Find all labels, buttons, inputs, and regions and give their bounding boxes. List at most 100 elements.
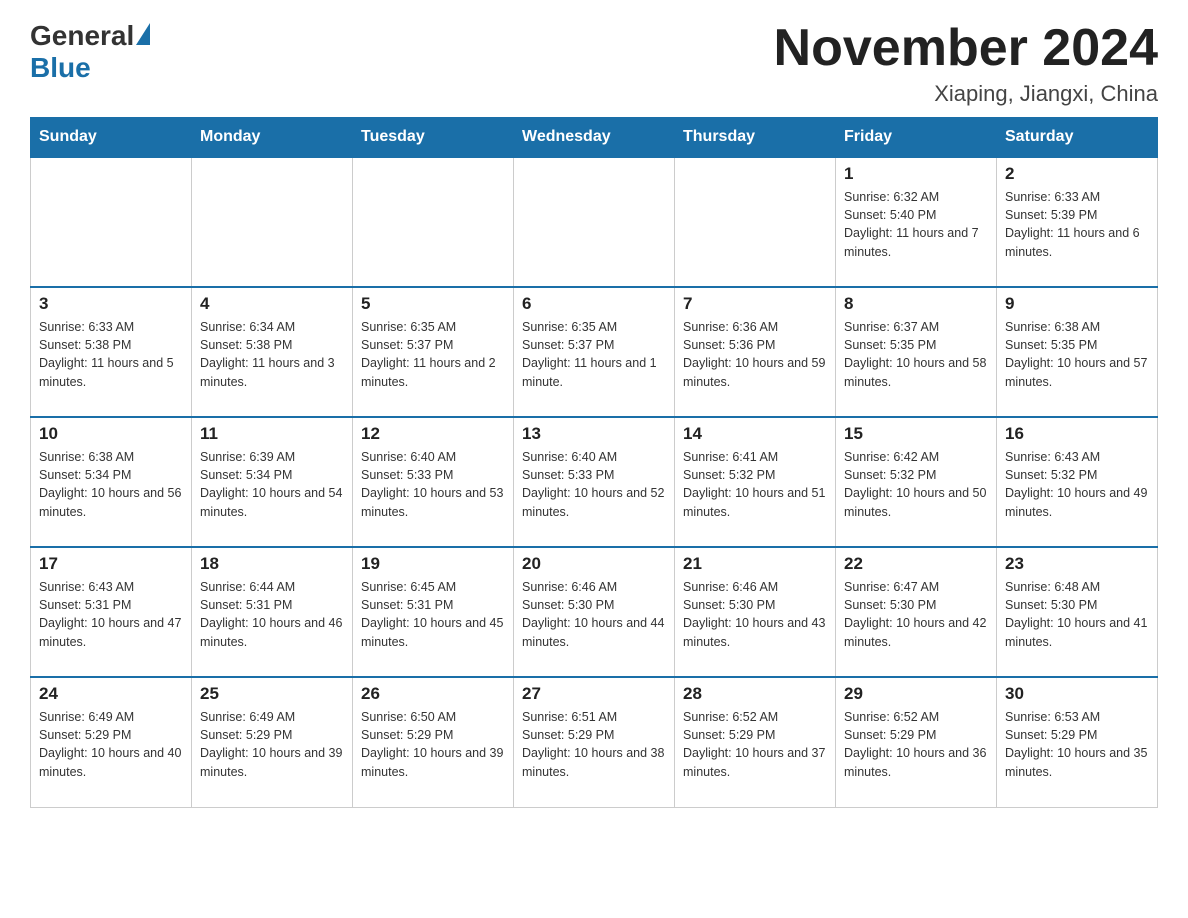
day-info: Sunrise: 6:53 AM Sunset: 5:29 PM Dayligh…: [1005, 708, 1149, 781]
day-number: 13: [522, 424, 666, 444]
day-info: Sunrise: 6:43 AM Sunset: 5:31 PM Dayligh…: [39, 578, 183, 651]
calendar-cell: [514, 157, 675, 287]
calendar-cell: 8Sunrise: 6:37 AM Sunset: 5:35 PM Daylig…: [836, 287, 997, 417]
calendar-cell: 30 Sunrise: 6:53 AM Sunset: 5:29 PM Dayli…: [997, 677, 1158, 807]
calendar-cell: 10 Sunrise: 6:38 AM Sunset: 5:34 PM Dayli…: [31, 417, 192, 547]
day-info: Sunrise: 6:45 AM Sunset: 5:31 PM Dayligh…: [361, 578, 505, 651]
day-number: 26: [361, 684, 505, 704]
calendar-cell: 4 Sunrise: 6:34 AM Sunset: 5:38 PM Daylig…: [192, 287, 353, 417]
day-number: 6: [522, 294, 666, 314]
day-number: 4: [200, 294, 344, 314]
calendar-cell: 21 Sunrise: 6:46 AM Sunset: 5:30 PM Dayli…: [675, 547, 836, 677]
calendar-cell: 2Sunrise: 6:33 AM Sunset: 5:39 PM Daylig…: [997, 157, 1158, 287]
day-info: Sunrise: 6:40 AM Sunset: 5:33 PM Dayligh…: [522, 448, 666, 521]
day-info: Sunrise: 6:39 AM Sunset: 5:34 PM Dayligh…: [200, 448, 344, 521]
calendar-cell: 19 Sunrise: 6:45 AM Sunset: 5:31 PM Dayli…: [353, 547, 514, 677]
day-info: Sunrise: 6:44 AM Sunset: 5:31 PM Dayligh…: [200, 578, 344, 651]
day-info: Sunrise: 6:48 AM Sunset: 5:30 PM Dayligh…: [1005, 578, 1149, 651]
day-info: Sunrise: 6:46 AM Sunset: 5:30 PM Dayligh…: [683, 578, 827, 651]
calendar-cell: 9 Sunrise: 6:38 AM Sunset: 5:35 PM Daylig…: [997, 287, 1158, 417]
weekday-header-monday: Monday: [192, 118, 353, 158]
calendar-cell: 7Sunrise: 6:36 AM Sunset: 5:36 PM Daylig…: [675, 287, 836, 417]
day-number: 11: [200, 424, 344, 444]
day-number: 30: [1005, 684, 1149, 704]
day-number: 25: [200, 684, 344, 704]
calendar-cell: 15 Sunrise: 6:42 AM Sunset: 5:32 PM Dayli…: [836, 417, 997, 547]
day-info: Sunrise: 6:52 AM Sunset: 5:29 PM Dayligh…: [683, 708, 827, 781]
day-number: 16: [1005, 424, 1149, 444]
calendar-cell: 13 Sunrise: 6:40 AM Sunset: 5:33 PM Dayli…: [514, 417, 675, 547]
day-info: Sunrise: 6:34 AM Sunset: 5:38 PM Dayligh…: [200, 318, 344, 391]
weekday-header-sunday: Sunday: [31, 118, 192, 158]
calendar-cell: 3Sunrise: 6:33 AM Sunset: 5:38 PM Daylig…: [31, 287, 192, 417]
day-number: 29: [844, 684, 988, 704]
calendar-cell: [353, 157, 514, 287]
day-number: 12: [361, 424, 505, 444]
calendar-cell: 27 Sunrise: 6:51 AM Sunset: 5:29 PM Dayli…: [514, 677, 675, 807]
calendar-week-row: 24 Sunrise: 6:49 AM Sunset: 5:29 PM Dayli…: [31, 677, 1158, 807]
weekday-header-row: SundayMondayTuesdayWednesdayThursdayFrid…: [31, 118, 1158, 158]
day-info: Sunrise: 6:50 AM Sunset: 5:29 PM Dayligh…: [361, 708, 505, 781]
day-number: 20: [522, 554, 666, 574]
day-number: 17: [39, 554, 183, 574]
calendar-week-row: 17 Sunrise: 6:43 AM Sunset: 5:31 PM Dayli…: [31, 547, 1158, 677]
calendar-cell: 6 Sunrise: 6:35 AM Sunset: 5:37 PM Daylig…: [514, 287, 675, 417]
calendar-week-row: 3Sunrise: 6:33 AM Sunset: 5:38 PM Daylig…: [31, 287, 1158, 417]
calendar-cell: 20Sunrise: 6:46 AM Sunset: 5:30 PM Dayli…: [514, 547, 675, 677]
calendar-cell: 16Sunrise: 6:43 AM Sunset: 5:32 PM Dayli…: [997, 417, 1158, 547]
calendar-cell: [31, 157, 192, 287]
day-info: Sunrise: 6:41 AM Sunset: 5:32 PM Dayligh…: [683, 448, 827, 521]
day-number: 28: [683, 684, 827, 704]
logo-blue-text: Blue: [30, 52, 91, 84]
day-info: Sunrise: 6:38 AM Sunset: 5:34 PM Dayligh…: [39, 448, 183, 521]
calendar-week-row: 1 Sunrise: 6:32 AM Sunset: 5:40 PM Daylig…: [31, 157, 1158, 287]
day-info: Sunrise: 6:52 AM Sunset: 5:29 PM Dayligh…: [844, 708, 988, 781]
weekday-header-saturday: Saturday: [997, 118, 1158, 158]
calendar-cell: 25 Sunrise: 6:49 AM Sunset: 5:29 PM Dayli…: [192, 677, 353, 807]
day-info: Sunrise: 6:51 AM Sunset: 5:29 PM Dayligh…: [522, 708, 666, 781]
calendar-cell: 28 Sunrise: 6:52 AM Sunset: 5:29 PM Dayli…: [675, 677, 836, 807]
page-header: General Blue November 2024 Xiaping, Jian…: [30, 20, 1158, 107]
day-info: Sunrise: 6:37 AM Sunset: 5:35 PM Dayligh…: [844, 318, 988, 391]
weekday-header-tuesday: Tuesday: [353, 118, 514, 158]
day-info: Sunrise: 6:35 AM Sunset: 5:37 PM Dayligh…: [522, 318, 666, 391]
weekday-header-friday: Friday: [836, 118, 997, 158]
calendar-cell: 26 Sunrise: 6:50 AM Sunset: 5:29 PM Dayli…: [353, 677, 514, 807]
day-info: Sunrise: 6:47 AM Sunset: 5:30 PM Dayligh…: [844, 578, 988, 651]
day-number: 23: [1005, 554, 1149, 574]
day-info: Sunrise: 6:32 AM Sunset: 5:40 PM Dayligh…: [844, 188, 988, 261]
calendar-cell: 14 Sunrise: 6:41 AM Sunset: 5:32 PM Dayli…: [675, 417, 836, 547]
day-info: Sunrise: 6:49 AM Sunset: 5:29 PM Dayligh…: [200, 708, 344, 781]
location-text: Xiaping, Jiangxi, China: [774, 81, 1158, 107]
day-number: 10: [39, 424, 183, 444]
day-info: Sunrise: 6:33 AM Sunset: 5:38 PM Dayligh…: [39, 318, 183, 391]
day-number: 22: [844, 554, 988, 574]
day-number: 9: [1005, 294, 1149, 314]
day-info: Sunrise: 6:42 AM Sunset: 5:32 PM Dayligh…: [844, 448, 988, 521]
day-number: 1: [844, 164, 988, 184]
day-number: 18: [200, 554, 344, 574]
day-number: 24: [39, 684, 183, 704]
day-number: 21: [683, 554, 827, 574]
calendar-cell: 1 Sunrise: 6:32 AM Sunset: 5:40 PM Daylig…: [836, 157, 997, 287]
day-info: Sunrise: 6:38 AM Sunset: 5:35 PM Dayligh…: [1005, 318, 1149, 391]
day-info: Sunrise: 6:35 AM Sunset: 5:37 PM Dayligh…: [361, 318, 505, 391]
calendar-cell: 23 Sunrise: 6:48 AM Sunset: 5:30 PM Dayli…: [997, 547, 1158, 677]
day-number: 2: [1005, 164, 1149, 184]
day-info: Sunrise: 6:49 AM Sunset: 5:29 PM Dayligh…: [39, 708, 183, 781]
day-number: 5: [361, 294, 505, 314]
logo-triangle-icon: [136, 23, 150, 45]
day-number: 19: [361, 554, 505, 574]
weekday-header-wednesday: Wednesday: [514, 118, 675, 158]
day-number: 27: [522, 684, 666, 704]
day-info: Sunrise: 6:40 AM Sunset: 5:33 PM Dayligh…: [361, 448, 505, 521]
calendar-cell: 17 Sunrise: 6:43 AM Sunset: 5:31 PM Dayli…: [31, 547, 192, 677]
calendar-cell: 12 Sunrise: 6:40 AM Sunset: 5:33 PM Dayli…: [353, 417, 514, 547]
day-number: 15: [844, 424, 988, 444]
day-info: Sunrise: 6:36 AM Sunset: 5:36 PM Dayligh…: [683, 318, 827, 391]
calendar-table: SundayMondayTuesdayWednesdayThursdayFrid…: [30, 117, 1158, 808]
calendar-cell: 29 Sunrise: 6:52 AM Sunset: 5:29 PM Dayli…: [836, 677, 997, 807]
header-right: November 2024 Xiaping, Jiangxi, China: [774, 20, 1158, 107]
logo-general-text: General: [30, 20, 134, 52]
day-number: 14: [683, 424, 827, 444]
